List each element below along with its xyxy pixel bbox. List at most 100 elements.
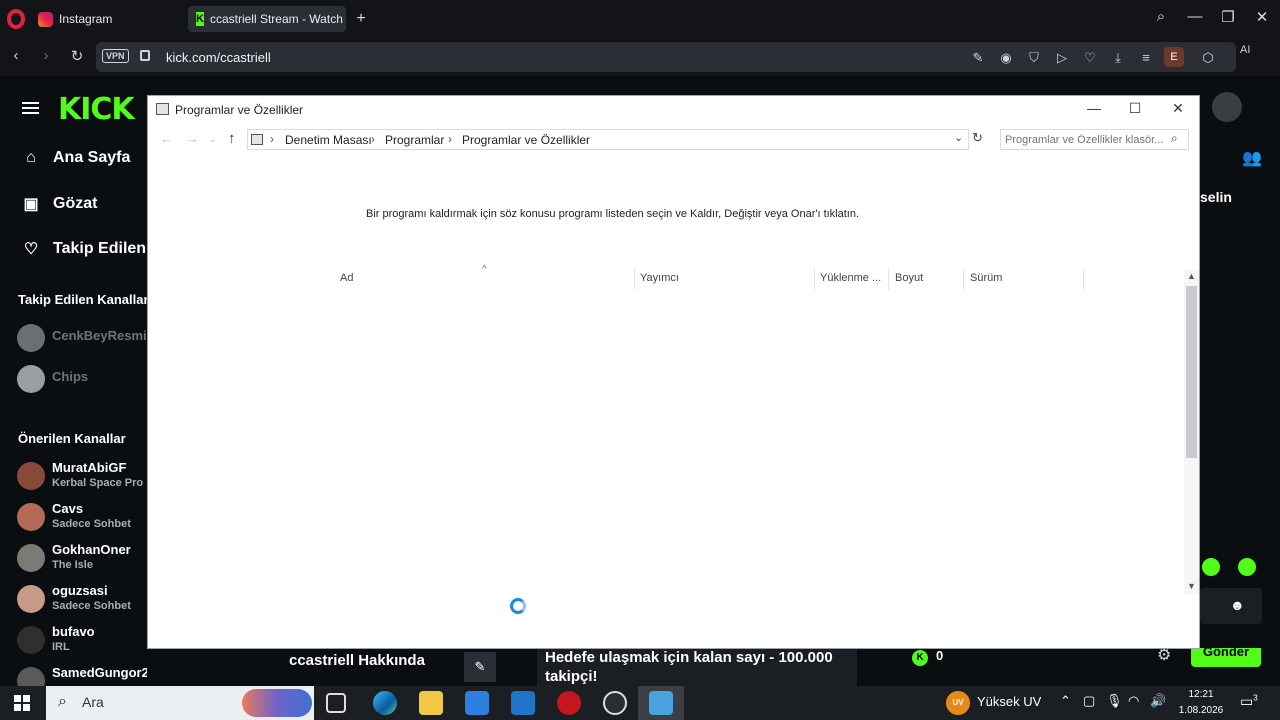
edge-icon[interactable] [373, 691, 397, 715]
camera-icon[interactable]: ◉ [998, 50, 1014, 66]
column-divider[interactable] [963, 268, 964, 290]
emote-icon[interactable] [1238, 558, 1256, 576]
tab-label: ccastriell Stream - Watch L [209, 12, 346, 26]
recommended-channel[interactable]: oguzsasi Sadece Sohbet [17, 581, 162, 621]
restore-button[interactable]: ❐ [1217, 8, 1239, 26]
kick-logo[interactable]: KICK [58, 92, 135, 127]
avatar [17, 462, 45, 490]
close-browser-button[interactable]: ✕ [1251, 8, 1273, 26]
breadcrumb-item[interactable]: Programlar ve Özellikler [462, 133, 590, 147]
ai-button[interactable]: AI [1240, 44, 1250, 56]
reload-button[interactable]: ↻ [67, 47, 87, 65]
edit-button[interactable]: ✎ [464, 652, 496, 682]
emoji-icon[interactable]: ☻ [1230, 597, 1245, 613]
refresh-icon[interactable]: ↻ [972, 130, 983, 146]
nav-following[interactable]: ♡ Takip Edilen K [22, 239, 162, 259]
recommended-channel[interactable]: MuratAbiGF Kerbal Space Pro [17, 458, 162, 498]
download-icon[interactable]: ⤓ [1110, 50, 1126, 66]
recommended-channel[interactable]: Cavs Sadece Sohbet [17, 499, 162, 539]
up-arrow-icon[interactable]: ↑ [228, 130, 236, 147]
weather-text[interactable]: Yüksek UV [977, 694, 1041, 709]
back-arrow-icon[interactable]: ← [160, 131, 173, 146]
file-explorer-icon[interactable] [419, 691, 443, 715]
back-button[interactable]: ‹ [6, 47, 26, 64]
address-bar[interactable]: VPN kick.com/ccastriell ✎ ◉ ⛉ ▷ ♡ ⤓ ≡ E … [96, 42, 1236, 72]
cube-icon[interactable]: ⬡ [1200, 50, 1216, 66]
column-header-publisher[interactable]: Yayımcı [640, 272, 679, 284]
column-divider[interactable] [634, 268, 635, 290]
recommended-channel[interactable]: bufavo IRL [17, 622, 162, 662]
url-text[interactable]: kick.com/ccastriell [166, 50, 271, 65]
breadcrumb-chevron-icon[interactable]: › [371, 132, 375, 146]
clock-app-icon[interactable] [603, 691, 627, 715]
forward-button[interactable]: › [36, 47, 56, 64]
notifications-icon[interactable]: ▭3 [1240, 693, 1258, 710]
nav-home[interactable]: ⌂ Ana Sayfa [22, 149, 130, 167]
scroll-up-icon[interactable]: ▲ [1187, 271, 1196, 281]
taskbar-clock[interactable]: 12:21 1.08.2026 [1176, 686, 1226, 719]
column-header-version[interactable]: Sürüm [970, 272, 1002, 284]
column-header-name[interactable]: Ad [340, 272, 353, 284]
control-panel-taskbar-icon[interactable] [649, 691, 673, 715]
users-icon[interactable]: 👥 [1242, 148, 1262, 168]
vertical-scrollbar[interactable]: ▲ ▼ [1184, 270, 1199, 594]
close-button[interactable]: ✕ [1168, 100, 1188, 117]
extension-e-icon[interactable]: E [1164, 47, 1184, 67]
recommended-channel[interactable]: GokhanOner The Isle [17, 540, 162, 580]
followed-channel[interactable]: Chips [17, 361, 162, 401]
taskbar-search[interactable]: ⌕ Ara [46, 686, 314, 720]
breadcrumb-item[interactable]: Programlar [385, 133, 444, 147]
scroll-thumb[interactable] [1186, 286, 1197, 458]
heart-icon[interactable]: ♡ [1082, 50, 1098, 66]
maximize-button[interactable]: ☐ [1125, 100, 1145, 117]
store-icon[interactable] [465, 691, 489, 715]
column-divider[interactable] [814, 268, 815, 290]
followed-channel[interactable]: CenkBeyResmi [17, 320, 162, 360]
tab-instagram[interactable]: Instagram [30, 6, 180, 32]
windows-start-icon[interactable] [14, 695, 30, 711]
outlook-icon[interactable] [511, 691, 535, 715]
search-tabs-icon[interactable]: ⌕ [1150, 8, 1172, 25]
breadcrumb-chevron-icon[interactable]: › [270, 132, 274, 146]
microphone-icon[interactable]: 🎙 [1106, 693, 1123, 709]
opera-logo-icon[interactable] [7, 9, 25, 29]
task-view-icon[interactable] [326, 693, 346, 713]
menu-icon[interactable]: ≡ [1138, 50, 1154, 65]
search-icon[interactable]: ⌕ [1171, 131, 1178, 146]
search-box[interactable]: ⌕ [1000, 129, 1189, 150]
vpn-badge[interactable]: VPN [102, 49, 129, 63]
recent-chevron-icon[interactable]: ⌄ [209, 134, 217, 145]
edit-icon[interactable]: ✎ [970, 50, 986, 66]
hamburger-menu-icon[interactable] [22, 102, 39, 114]
column-divider[interactable] [1083, 268, 1084, 290]
breadcrumb-chevron-icon[interactable]: › [448, 132, 452, 146]
emote-icon[interactable] [1202, 558, 1220, 576]
column-header-installed-on[interactable]: Yüklenme ... [820, 272, 881, 284]
wifi-icon[interactable]: ◠ [1128, 693, 1139, 709]
weather-uv-icon[interactable]: UV [946, 691, 970, 715]
new-tab-button[interactable]: + [352, 10, 370, 28]
breadcrumb[interactable]: › Denetim Masası › Programlar › Programl… [247, 129, 969, 150]
opera-taskbar-icon[interactable] [557, 691, 581, 715]
tray-app-icon[interactable]: ▢ [1083, 693, 1095, 709]
column-header-size[interactable]: Boyut [895, 272, 923, 284]
shield-icon[interactable]: ⛉ [1026, 50, 1042, 66]
column-divider[interactable] [888, 268, 889, 290]
search-highlight-image[interactable] [242, 689, 312, 717]
volume-icon[interactable]: 🔊 [1150, 693, 1166, 709]
lock-icon[interactable] [140, 50, 150, 61]
chat-input[interactable]: ☻ [1200, 588, 1262, 624]
minimize-button[interactable]: — [1184, 8, 1206, 25]
user-avatar[interactable] [1212, 92, 1242, 122]
forward-arrow-icon[interactable]: → [186, 131, 199, 146]
minimize-button[interactable]: — [1084, 100, 1104, 116]
address-dropdown-icon[interactable]: ⌄ [954, 131, 963, 144]
scroll-down-icon[interactable]: ▼ [1187, 581, 1196, 591]
tab-kick-stream[interactable]: K ccastriell Stream - Watch L [188, 6, 346, 32]
browser-tab-bar: Instagram K ccastriell Stream - Watch L … [0, 0, 1280, 38]
play-icon[interactable]: ▷ [1054, 50, 1070, 66]
breadcrumb-item[interactable]: Denetim Masası [285, 133, 372, 147]
nav-browse[interactable]: ▣ Gözat [22, 194, 97, 214]
search-input[interactable] [1005, 132, 1165, 148]
tray-chevron-icon[interactable]: ⌃ [1060, 693, 1071, 709]
